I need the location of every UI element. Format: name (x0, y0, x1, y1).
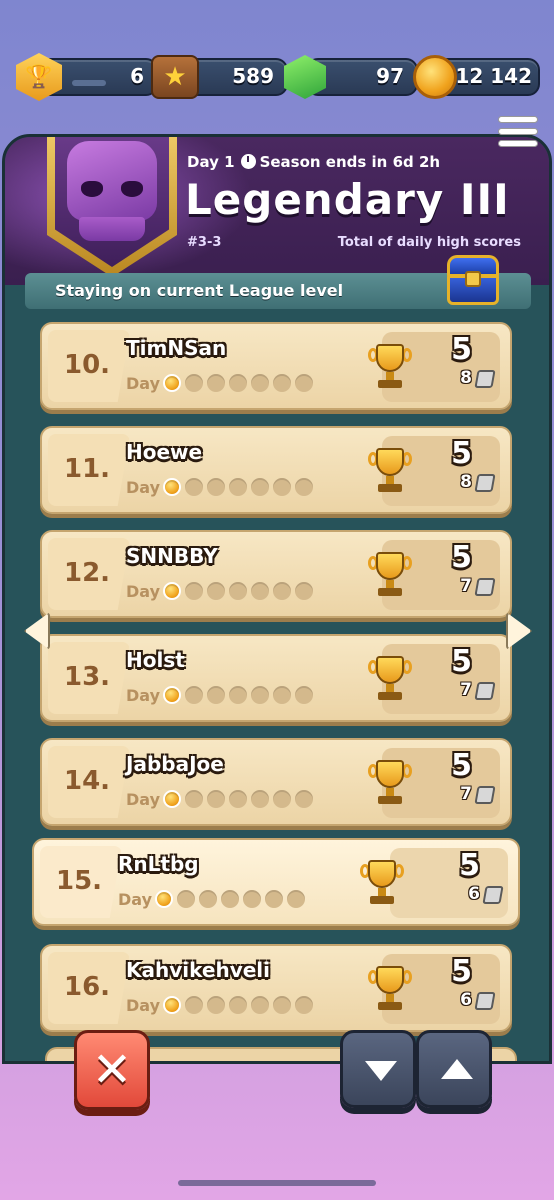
day-progress: Day (126, 788, 317, 810)
menu-icon[interactable] (498, 116, 538, 152)
trophy-icon: 🏆 (14, 52, 64, 102)
rank-number: 10. (64, 350, 111, 380)
trophy-icon (368, 654, 412, 704)
trophy-count: 6 (130, 64, 144, 88)
leaderboard-row[interactable]: 11. Hoewe Day 5 8 (40, 426, 512, 514)
sub-score-value: 8 (460, 368, 472, 388)
rank-number: 13. (64, 662, 111, 692)
close-icon: ✕ (91, 1042, 133, 1098)
skull-emblem-icon (67, 141, 157, 221)
league-status-text: Staying on current League level (55, 281, 344, 300)
player-name: Kahvikehveli (126, 958, 271, 982)
star-icon: ★ (150, 52, 200, 102)
player-name: Hoewe (126, 440, 203, 464)
chevron-down-icon (365, 1061, 397, 1081)
tower-icon (474, 682, 496, 700)
day-progress: Day (126, 684, 317, 706)
gem-icon (280, 52, 330, 102)
tower-icon (474, 992, 496, 1010)
scroll-up-button[interactable] (416, 1030, 492, 1108)
player-name: TimNSan (126, 336, 227, 360)
rank-number: 11. (64, 454, 111, 484)
sub-score-value: 7 (460, 576, 472, 596)
total-label: Total of daily high scores (337, 235, 521, 250)
league-title: Legendary III (185, 175, 510, 224)
rank-number: 12. (64, 558, 111, 588)
tower-icon (474, 578, 496, 596)
leaderboard-row[interactable]: 10. TimNSan Day 5 8 (40, 322, 512, 410)
trophy-icon (368, 550, 412, 600)
score-value: 5 (459, 848, 480, 883)
coin-icon (410, 52, 460, 102)
player-name: RnLtbg (118, 852, 199, 876)
league-status-banner: Staying on current League level (25, 255, 531, 309)
leaderboard-row[interactable]: 14. JabbaJoe Day 5 7 (40, 738, 512, 826)
home-indicator (178, 1180, 376, 1186)
day-progress: Day (126, 580, 317, 602)
rank-number: 14. (64, 766, 111, 796)
trophy-icon (368, 964, 412, 1014)
sub-score-value: 6 (468, 884, 480, 904)
star-count: 589 (232, 64, 274, 88)
score-value: 5 (451, 540, 472, 575)
score-value: 5 (451, 644, 472, 679)
sub-score-value: 6 (460, 990, 472, 1010)
leaderboard-row-current-player[interactable]: 15. RnLtbg Day 5 6 (32, 838, 520, 926)
group-label: #3-3 (187, 235, 222, 250)
tower-icon (474, 786, 496, 804)
rank-number: 16. (64, 972, 111, 1002)
chest-icon[interactable] (445, 253, 501, 309)
leaderboard-row[interactable]: 13. Holst Day 5 7 (40, 634, 512, 722)
coin-count: 12 142 (455, 64, 532, 88)
trophy-progress-bar (72, 80, 106, 86)
sub-score-value: 7 (460, 680, 472, 700)
player-name: JabbaJoe (126, 752, 224, 776)
tower-icon (482, 886, 504, 904)
day-progress: Day (126, 372, 317, 394)
scroll-down-button[interactable] (340, 1030, 416, 1108)
trophy-icon (368, 342, 412, 392)
tower-icon (474, 370, 496, 388)
trophy-icon (360, 858, 404, 908)
chevron-up-icon (441, 1059, 473, 1079)
day-progress: Day (126, 476, 317, 498)
player-name: Holst (126, 648, 185, 672)
trophy-icon (368, 758, 412, 808)
clock-icon (240, 154, 256, 169)
trophy-icon (368, 446, 412, 496)
day-progress: Day (118, 888, 309, 910)
currency-bar: 6 🏆 589 ★ 97 12 142 (14, 52, 540, 106)
score-value: 5 (451, 332, 472, 367)
day-progress: Day (126, 994, 317, 1016)
score-value: 5 (451, 748, 472, 783)
score-value: 5 (451, 436, 472, 471)
close-button[interactable]: ✕ (74, 1030, 150, 1110)
rank-number: 15. (56, 866, 103, 896)
gem-count: 97 (376, 64, 404, 88)
leaderboard-row[interactable]: 12. SNNBBY Day 5 7 (40, 530, 512, 618)
season-info: Day 1 Season ends in 6d 2h (187, 153, 440, 171)
sub-score-value: 8 (460, 472, 472, 492)
tower-icon (474, 474, 496, 492)
sub-score-value: 7 (460, 784, 472, 804)
player-name: SNNBBY (126, 544, 218, 568)
leaderboard-row[interactable]: 16. Kahvikehveli Day 5 6 (40, 944, 512, 1032)
season-countdown: Season ends in 6d 2h (259, 153, 441, 171)
score-value: 5 (451, 954, 472, 989)
day-label: Day 1 (187, 153, 235, 171)
